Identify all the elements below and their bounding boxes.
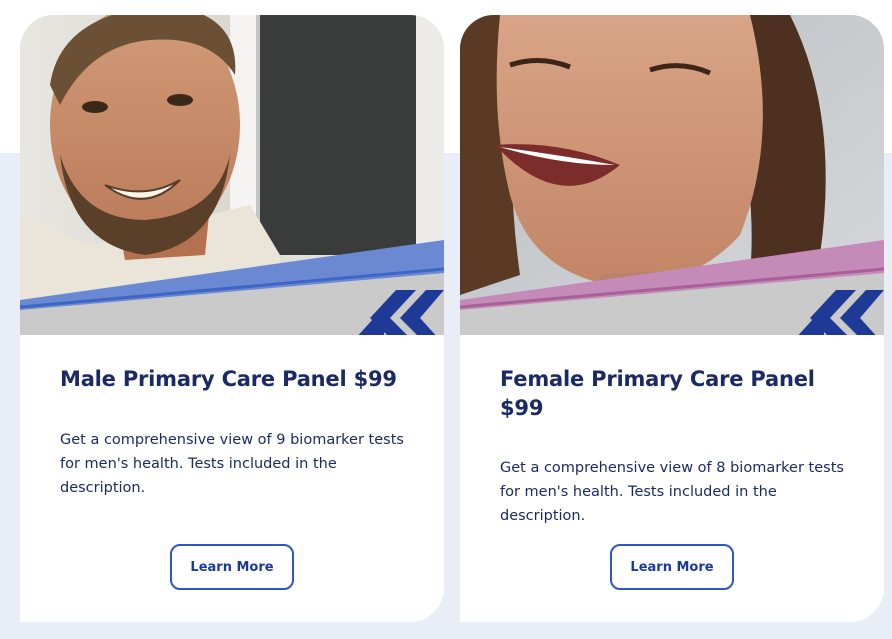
product-photo-female [460, 15, 884, 335]
product-title: Female Primary Care Panel $99 [500, 367, 815, 420]
product-description: Get a comprehensive view of 8 biomarker … [500, 460, 844, 524]
product-title: Male Primary Care Panel $99 [60, 367, 397, 391]
product-card-female: Female Primary Care Panel $99 Get a comp… [460, 15, 884, 622]
double-chevron-left-icon [358, 290, 444, 335]
product-photo-male [20, 15, 444, 335]
learn-more-button[interactable]: Learn More [170, 544, 294, 590]
double-chevron-left-icon [798, 290, 884, 335]
learn-more-button[interactable]: Learn More [610, 544, 734, 590]
laughing-woman-image [460, 15, 884, 335]
product-card-male: Male Primary Care Panel $99 Get a compre… [20, 15, 444, 622]
product-description: Get a comprehensive view of 9 biomarker … [60, 432, 404, 496]
smiling-man-image [20, 15, 444, 335]
